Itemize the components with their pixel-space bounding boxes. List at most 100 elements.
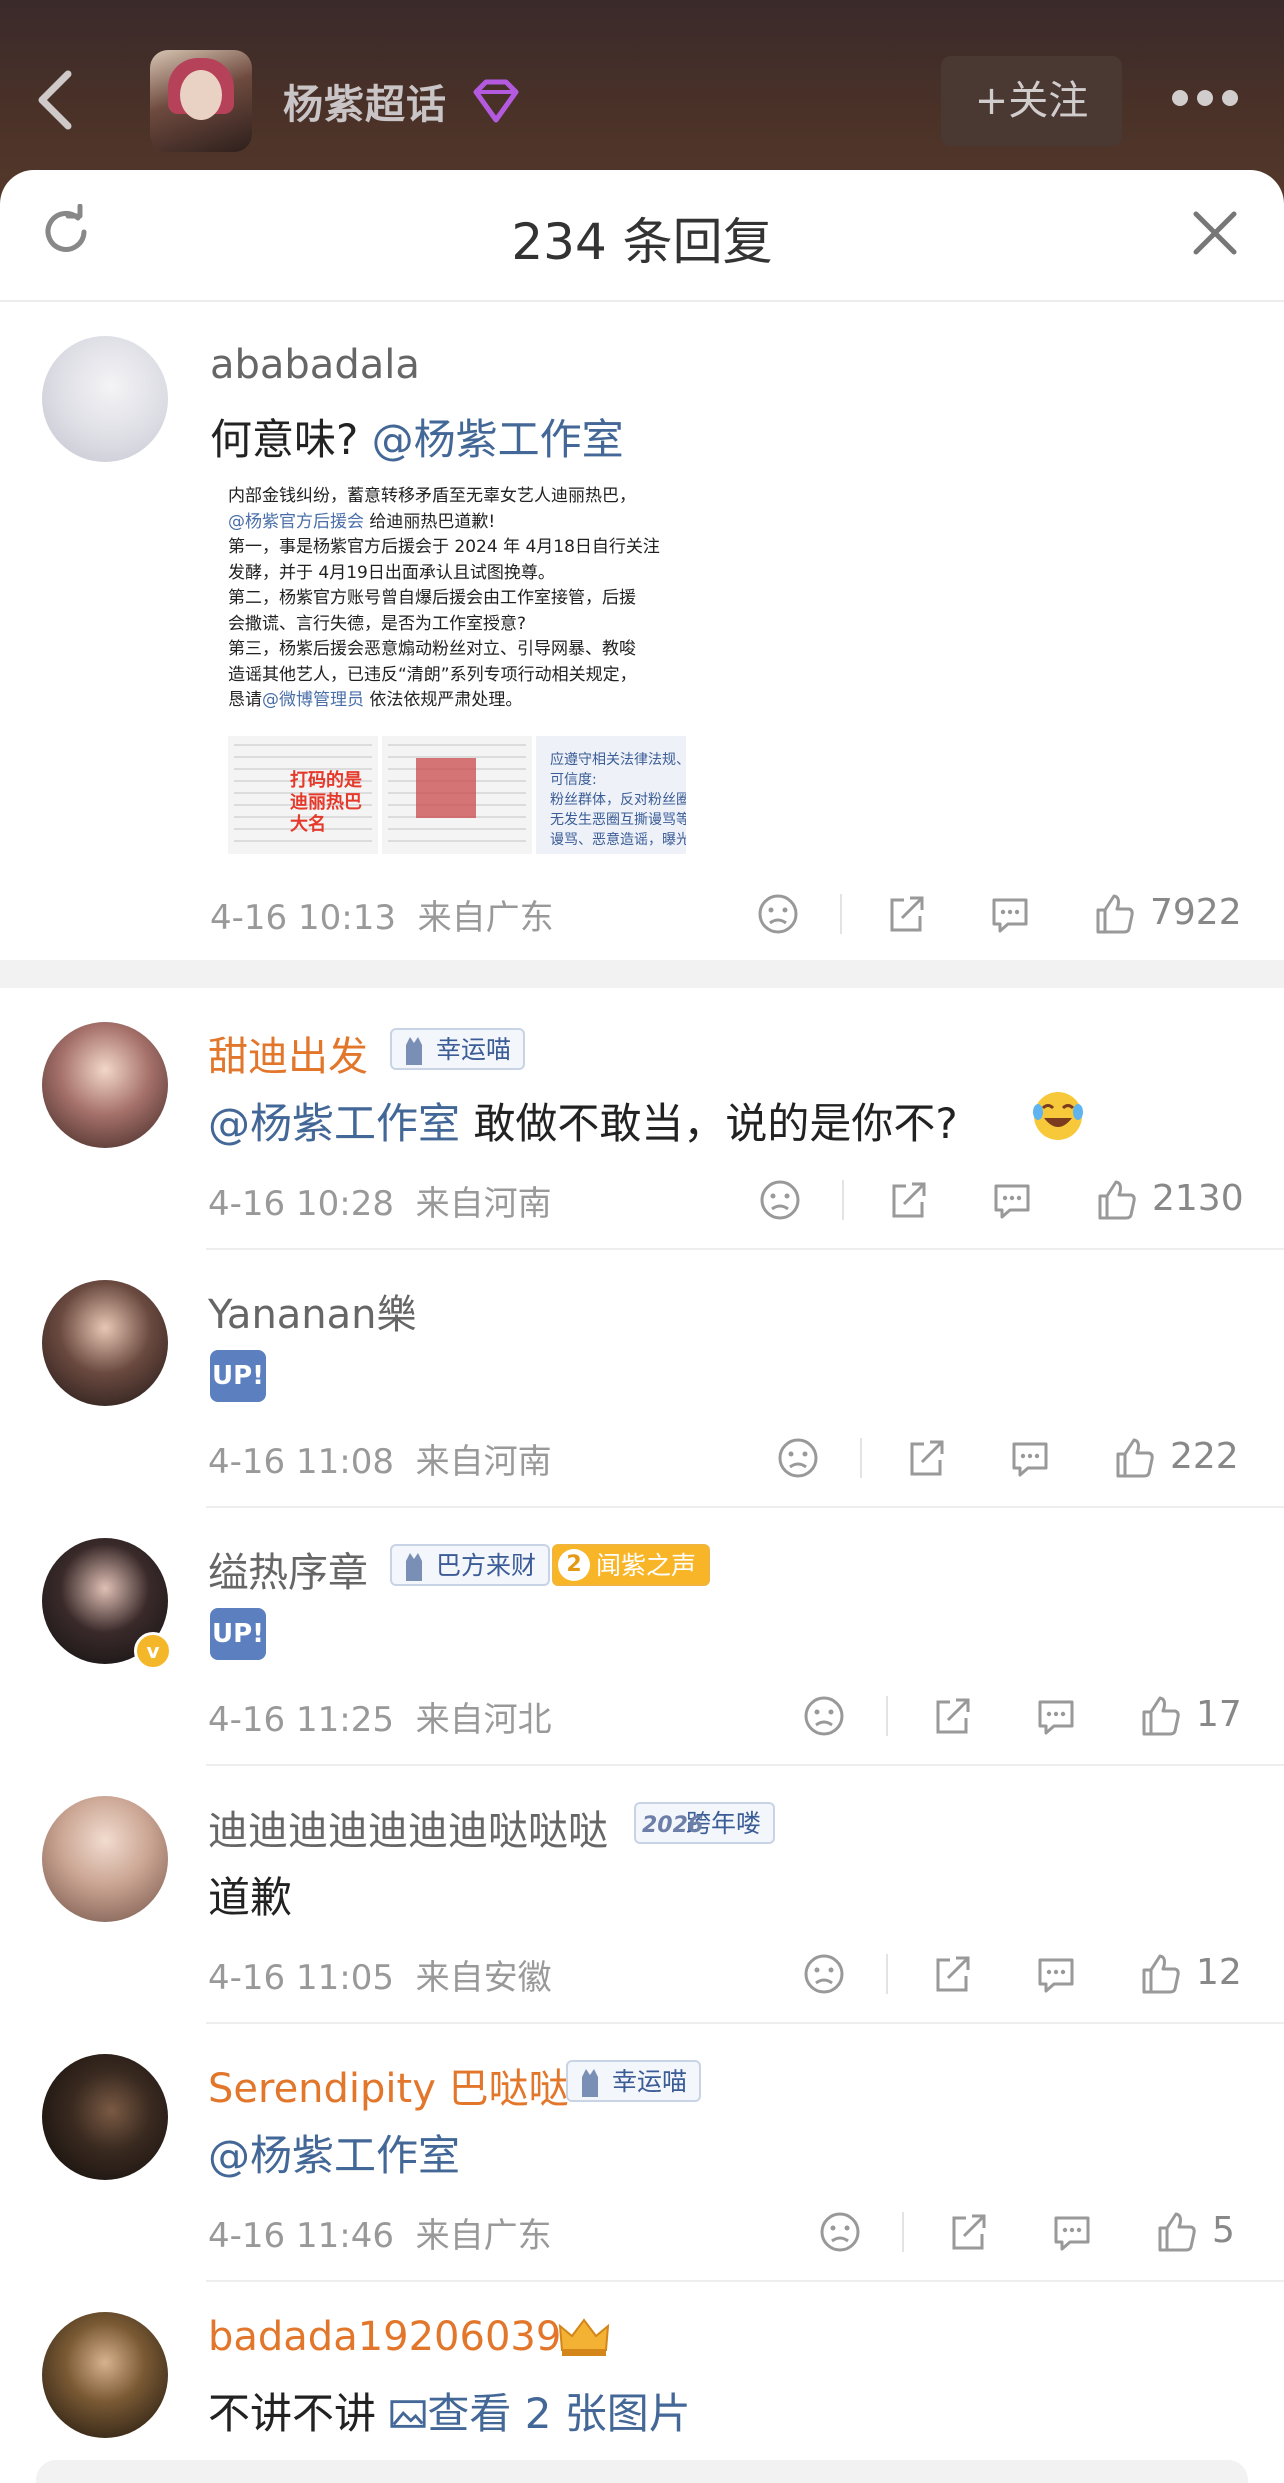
comment-username[interactable]: 迪迪迪迪迪迪迪哒哒哒 [208,1798,608,1856]
screenshot-thumb: 打码的是 迪丽热巴 大名 [228,736,378,854]
comment-body: 不讲不讲 [208,2389,377,2438]
post-location: 来自广东 [417,898,554,938]
image-line: 会撒谎、言行失德，是否为工作室授意? [228,613,527,634]
mention-link[interactable]: @杨紫工作室 [208,2131,460,2180]
comment-text: 不讲不讲 查看 2 张图片 [208,2380,691,2441]
thumbs-up-icon [1096,894,1134,934]
year-icon: 2026 [642,1813,704,1838]
laughing-crying-emoji [1033,1092,1083,1140]
mention-link[interactable]: @杨紫工作室 [208,1099,460,1148]
post-username[interactable]: ababadala [210,342,420,388]
level-number: 2 [558,1549,590,1581]
topic-name[interactable]: 杨紫超话 [283,72,447,130]
sheet-header: 234 条回复 [0,170,1284,302]
post-text-prefix: 何意味? [210,415,359,464]
fan-badge[interactable]: 幸运喵 [566,2060,702,2102]
action-separator [886,1954,888,1994]
comment-meta: 4-16 11:08 来自河南 [208,1434,552,1483]
cat-icon [406,1553,422,1581]
comment-meta: 4-16 10:28 来自河南 [208,1176,552,1225]
comment-time: 4-16 11:46 [208,2216,394,2256]
comment-username[interactable]: 缢热序章 [208,1540,368,1598]
comment-icon [1012,1442,1048,1477]
cat-icon [582,2069,598,2097]
comment-time: 4-16 11:08 [208,1442,394,1482]
image-line: 第二，杨紫官方账号曾自爆后援会由工作室接管，后援 [228,588,636,608]
avatar-face [180,70,222,120]
verified-badge-icon: v [134,1632,172,1670]
comment-actions: 222 [776,1430,1246,1486]
comment-location: 来自河北 [415,1700,552,1740]
screenshot-thumb [382,736,532,854]
image-line-text: 给迪丽热巴道歉! [364,511,496,532]
comment-body: 敢做不敢当，说的是你不? [460,1099,958,1148]
comment-time: 4-16 11:25 [208,1700,394,1740]
comment-icon [994,1184,1030,1219]
back-arrow-icon[interactable] [28,62,84,138]
topic-avatar[interactable] [150,50,252,152]
comment-username[interactable]: Yananan樂 [208,1282,417,1340]
comment-meta: 4-16 11:05 来自安徽 [208,1950,552,1999]
comment-username[interactable]: 甜迪出发 [208,1024,368,1082]
sad-face-icon [760,1180,800,1220]
share-icon [892,1182,926,1218]
mention-link[interactable]: @杨紫工作室 [372,415,624,464]
fan-badge[interactable]: 幸运喵 [390,1028,526,1070]
comment-location: 来自河南 [415,1442,552,1482]
comment-icon [992,898,1028,933]
comment-location: 来自河南 [415,1184,552,1224]
thumbs-up-icon [1142,1954,1180,1994]
view-images-label: 查看 2 张图片 [427,2389,691,2438]
thumbs-up-icon [1158,2212,1196,2252]
post-meta: 4-16 10:13 来自广东 [210,890,554,939]
fan-level-badge[interactable]: 2 闻紫之声 [552,1544,711,1586]
comment-text: 道歉 [208,1873,293,1922]
more-options-icon[interactable] [1170,86,1240,112]
sad-face-icon [820,2212,860,2252]
comment-username[interactable]: badada19206039 [208,2314,561,2360]
post-image[interactable]: 内部金钱纠纷，蓄意转移矛盾至无辜女艺人迪丽热巴， @杨紫官方后援会 给迪丽热巴道… [208,478,686,854]
comment-actions: 12 [802,1946,1246,2002]
share-icon [910,1440,944,1476]
comment-icon [1054,2216,1090,2251]
comment-meta: 4-16 11:25 来自河北 [208,1692,552,1741]
image-line: 第三，杨紫后援会恶意煽动粉丝对立、引导网暴、教唆 [228,639,636,659]
view-images-link[interactable]: 查看 2 张图片 [389,2389,691,2438]
share-icon [936,1698,970,1734]
share-icon [890,896,924,932]
image-screenshots: 打码的是 迪丽热巴 大名 应遵守相关法律法规、微博社 可信度: 粉丝群体，反对粉… [228,736,686,854]
screenshot-annotation: 打码的是 迪丽热巴 大名 [290,770,362,835]
comment-divider [206,1506,1284,1508]
badge-label: 幸运喵 [612,2067,688,2096]
diamond-icon [473,79,519,123]
action-separator [840,894,842,934]
sad-face-icon [804,1954,844,1994]
bottom-input-bar[interactable] [36,2460,1248,2483]
image-line: 内部金钱纠纷，蓄意转移矛盾至无辜女艺人迪丽热巴， [228,486,636,506]
image-link: @微博管理员 [262,690,364,710]
comment-text: @杨紫工作室 敢做不敢当，说的是你不? [208,1090,958,1151]
fan-badge[interactable]: 巴方来财 [390,1544,551,1586]
follow-button[interactable]: +关注 [941,56,1122,146]
avatar[interactable] [42,2054,168,2180]
like-count: 5 [1212,2210,1235,2251]
screenshot-text: 应遵守相关法律法规、微博社 可信度: 粉丝群体，反对粉丝圈内部煽 无发生恶圈互撕… [550,752,686,848]
avatar[interactable] [42,1022,168,1148]
comment-actions: 2130 [758,1172,1248,1228]
comment-divider [206,1248,1284,1250]
close-icon[interactable] [1192,210,1238,256]
comment-icon [1038,1700,1074,1735]
comment-username[interactable]: Serendipity 巴哒哒 [208,2056,569,2114]
avatar[interactable] [42,2312,168,2438]
sad-face-icon [778,1438,818,1478]
action-separator [860,1438,862,1478]
fan-badge[interactable]: 2026 跨年喽 [634,1802,776,1844]
action-separator [886,1696,888,1736]
thumbs-up-icon [1098,1180,1136,1220]
avatar[interactable] [42,1280,168,1406]
crown-icon [558,2318,610,2356]
avatar[interactable] [42,336,168,462]
comment-meta: 4-16 11:46 来自广东 [208,2208,552,2257]
comment-divider [206,2022,1284,2024]
avatar[interactable] [42,1796,168,1922]
